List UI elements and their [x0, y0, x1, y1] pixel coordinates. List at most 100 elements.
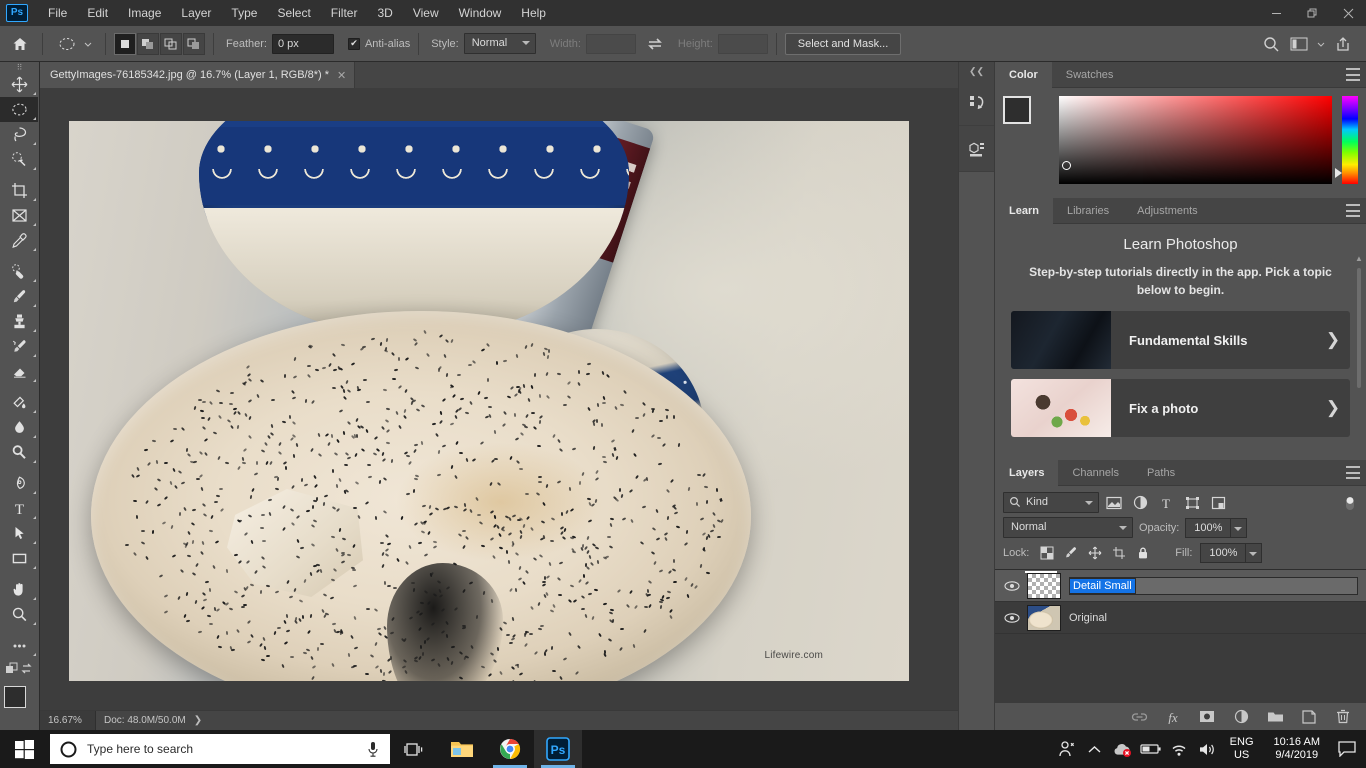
lock-artboard-icon[interactable] [1109, 544, 1129, 562]
menu-view[interactable]: View [403, 0, 449, 26]
antialias-checkbox[interactable]: ✔ Anti-alias [347, 37, 410, 50]
width-input[interactable] [585, 33, 636, 54]
menu-file[interactable]: File [38, 0, 77, 26]
opacity-input[interactable]: 100% [1185, 517, 1232, 538]
action-center-icon[interactable] [1332, 730, 1362, 768]
path-selection-tool[interactable] [0, 521, 38, 546]
edit-toolbar-tool[interactable] [0, 633, 38, 658]
volume-icon[interactable] [1194, 730, 1220, 768]
subtract-from-selection-icon[interactable] [160, 32, 182, 55]
lock-position-icon[interactable] [1085, 544, 1105, 562]
search-input[interactable]: Type here to search [50, 734, 390, 764]
task-view-icon[interactable] [390, 730, 438, 768]
battery-icon[interactable] [1138, 730, 1164, 768]
file-explorer-taskbar-icon[interactable] [438, 730, 486, 768]
fill-input[interactable]: 100% [1200, 543, 1247, 563]
move-tool[interactable] [0, 72, 38, 97]
learn-card-fix-a-photo[interactable]: Fix a photo ❯ [1011, 379, 1350, 437]
panel-menu-icon[interactable] [1346, 68, 1360, 81]
pen-tool[interactable] [0, 471, 38, 496]
layer-filter-kind-select[interactable]: Kind [1003, 492, 1099, 513]
transparent-checker-thumbnail[interactable] [1025, 570, 1061, 599]
document-canvas[interactable]: Lifewire.com [69, 121, 909, 681]
eraser-tool[interactable] [0, 359, 38, 384]
microphone-icon[interactable] [366, 741, 380, 758]
panel-menu-icon[interactable] [1346, 204, 1360, 217]
filter-shape-icon[interactable] [1181, 492, 1203, 513]
chevron-right-icon[interactable]: ❯ [194, 715, 202, 726]
tab-libraries[interactable]: Libraries [1053, 198, 1123, 224]
new-layer-icon[interactable] [1300, 707, 1318, 727]
opacity-stepper[interactable] [1231, 517, 1248, 538]
delete-layer-icon[interactable] [1334, 707, 1352, 727]
eyedropper-tool[interactable] [0, 228, 38, 253]
quick-mask-and-swap-row[interactable] [0, 658, 38, 680]
menu-filter[interactable]: Filter [321, 0, 368, 26]
filter-adjustment-icon[interactable] [1129, 492, 1151, 513]
chevron-down-icon[interactable] [83, 39, 93, 49]
onedrive-error-icon[interactable] [1110, 730, 1136, 768]
link-layers-icon[interactable] [1130, 707, 1148, 727]
search-icon[interactable] [1258, 32, 1284, 56]
brush-tool[interactable] [0, 284, 38, 309]
color-ramp-picker[interactable] [1059, 96, 1332, 184]
close-icon[interactable] [1330, 0, 1366, 26]
show-hidden-icons-chevron[interactable] [1082, 730, 1108, 768]
layer-row-original[interactable]: Original [995, 602, 1366, 634]
tab-learn[interactable]: Learn [995, 198, 1053, 224]
menu-layer[interactable]: Layer [171, 0, 221, 26]
history-brush-tool[interactable] [0, 334, 38, 359]
tab-paths[interactable]: Paths [1133, 460, 1189, 486]
filter-smartobject-icon[interactable] [1207, 492, 1229, 513]
menu-window[interactable]: Window [449, 0, 512, 26]
fill-stepper[interactable] [1246, 543, 1263, 563]
zoom-level-field[interactable]: 16.67% [40, 710, 96, 731]
layers-list[interactable]: Detail Small Original [995, 569, 1366, 702]
intersect-selection-icon[interactable] [183, 32, 205, 55]
properties-panel-icon[interactable] [959, 126, 995, 172]
foreground-color-swatch[interactable] [1003, 96, 1031, 124]
filter-power-toggle-icon[interactable] [1342, 492, 1358, 513]
spot-healing-brush-tool[interactable] [0, 259, 38, 284]
menu-image[interactable]: Image [118, 0, 171, 26]
lock-transparent-pixels-icon[interactable] [1037, 544, 1057, 562]
clock[interactable]: 10:16 AM 9/4/2019 [1264, 736, 1330, 762]
select-and-mask-button[interactable]: Select and Mask... [784, 32, 902, 55]
canvas-area[interactable]: Lifewire.com [40, 88, 1032, 710]
tab-swatches[interactable]: Swatches [1052, 62, 1128, 88]
learn-card-fundamental-skills[interactable]: Fundamental Skills ❯ [1011, 311, 1350, 369]
lock-image-pixels-icon[interactable] [1061, 544, 1081, 562]
blend-mode-select[interactable]: Normal [1003, 517, 1133, 538]
rectangle-tool[interactable] [0, 546, 38, 571]
layer-row-detail-small[interactable]: Detail Small [995, 570, 1366, 602]
lock-all-icon[interactable] [1133, 544, 1153, 562]
scrollbar-thumb[interactable] [1357, 268, 1361, 388]
photoshop-taskbar-icon[interactable]: Ps [534, 730, 582, 768]
add-to-selection-icon[interactable] [137, 32, 159, 55]
menu-type[interactable]: Type [221, 0, 267, 26]
panel-menu-icon[interactable] [1346, 466, 1360, 479]
toolbar-grip[interactable]: ⠿ [0, 62, 39, 72]
restore-icon[interactable] [1294, 0, 1330, 26]
chevron-down-icon[interactable] [1314, 32, 1328, 56]
close-icon[interactable]: ✕ [337, 69, 346, 82]
menu-3d[interactable]: 3D [367, 0, 402, 26]
dodge-tool[interactable] [0, 440, 38, 465]
feather-input[interactable]: 0 px [271, 33, 334, 54]
add-layer-mask-icon[interactable] [1198, 707, 1216, 727]
color-swatches-toolbar[interactable] [0, 684, 39, 728]
menu-help[interactable]: Help [511, 0, 556, 26]
new-adjustment-layer-icon[interactable] [1232, 707, 1250, 727]
filter-pixel-icon[interactable] [1103, 492, 1125, 513]
hand-tool[interactable] [0, 577, 38, 602]
share-icon[interactable] [1330, 32, 1356, 56]
layer-rename-input[interactable]: Detail Small [1069, 576, 1358, 595]
elliptical-marquee-tool[interactable] [0, 97, 38, 122]
tab-channels[interactable]: Channels [1058, 460, 1132, 486]
chrome-taskbar-icon[interactable] [486, 730, 534, 768]
tab-layers[interactable]: Layers [995, 460, 1059, 486]
menu-edit[interactable]: Edit [77, 0, 118, 26]
hue-slider[interactable] [1335, 96, 1358, 184]
filter-type-icon[interactable]: T [1155, 492, 1177, 513]
tool-preset-picker[interactable] [51, 33, 97, 55]
